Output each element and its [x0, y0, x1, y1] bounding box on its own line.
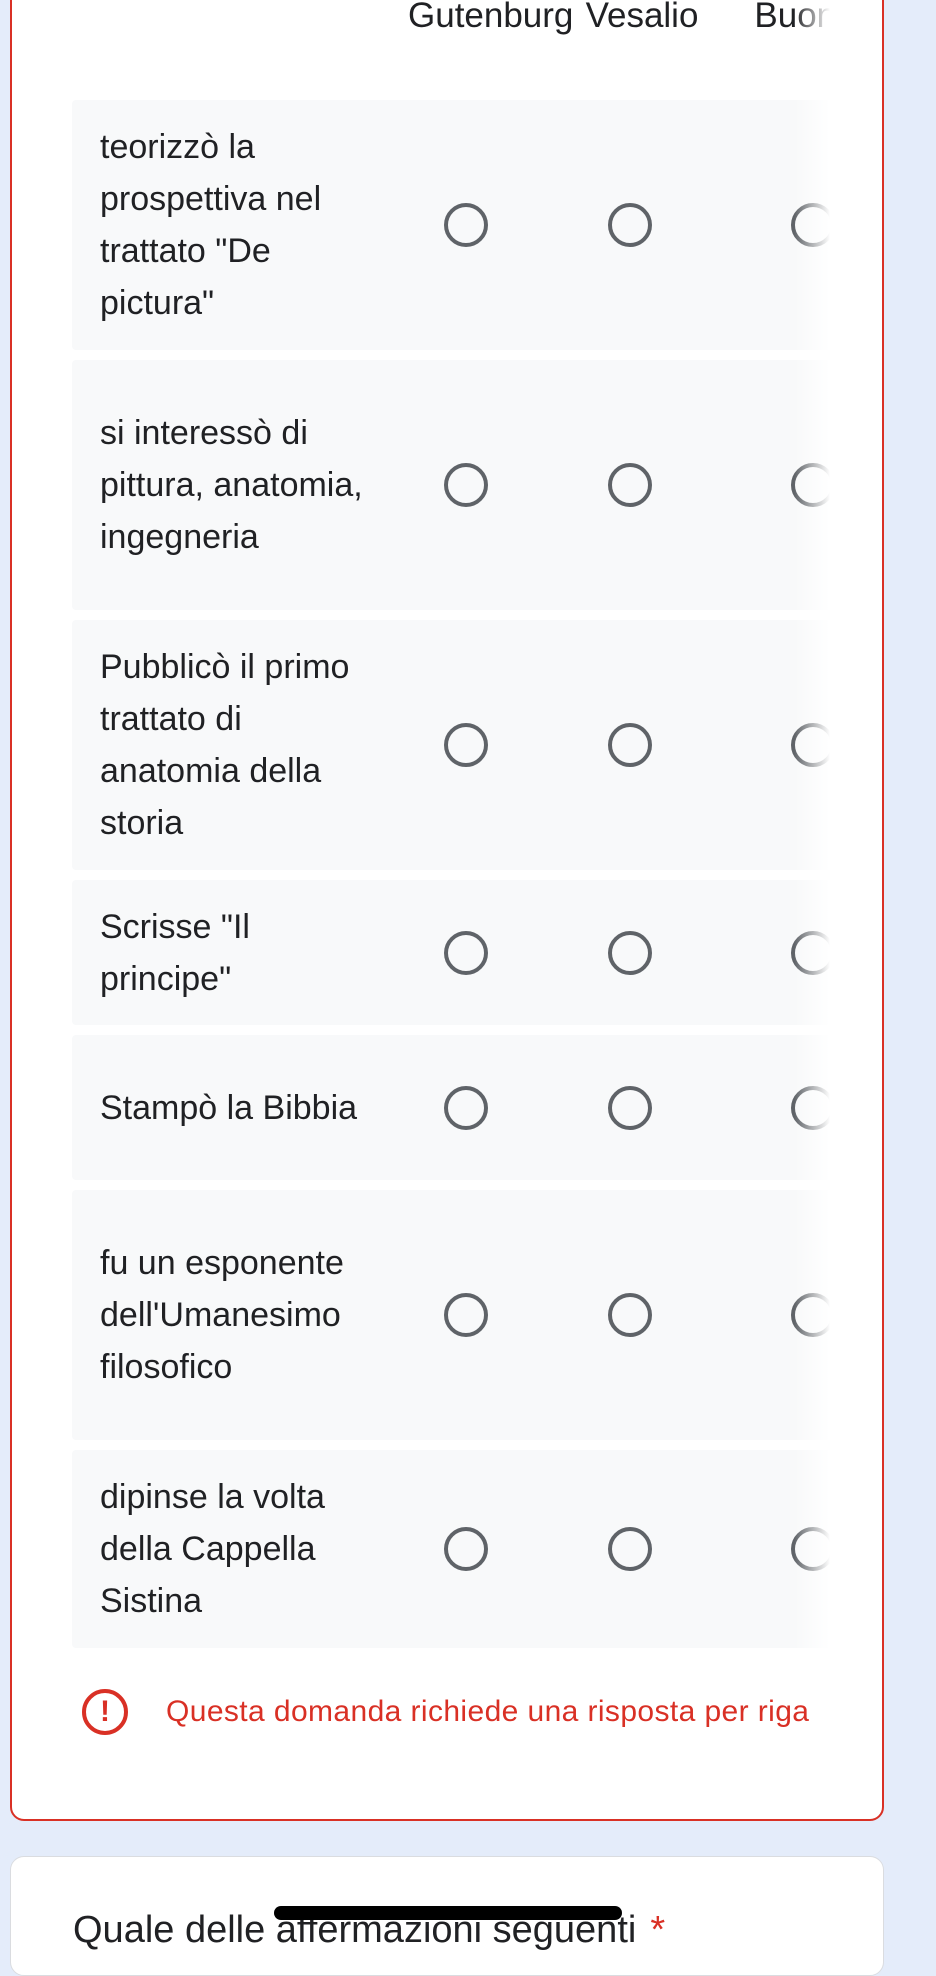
- question-card: Gutenburg Vesalio Buona teorizzò la pros…: [10, 0, 884, 1821]
- row-label: teorizzò la prospettiva nel trattato "De…: [100, 128, 322, 322]
- required-asterisk: *: [650, 1909, 666, 1951]
- radio-option-buona[interactable]: [791, 931, 830, 975]
- radio-option-gutenburg[interactable]: [444, 723, 488, 767]
- radio-option-buona[interactable]: [791, 203, 830, 247]
- radio-option-vesalio[interactable]: [608, 1293, 652, 1337]
- radio-option-gutenburg[interactable]: [444, 1086, 488, 1130]
- exclamation-circle-icon: !: [82, 1689, 128, 1735]
- grid-row: si interessò di pittura, anatomia, ingeg…: [72, 360, 830, 610]
- radio-option-gutenburg[interactable]: [444, 931, 488, 975]
- radio-option-gutenburg[interactable]: [444, 203, 488, 247]
- error-message: Questa domanda richiede una risposta per…: [166, 1695, 810, 1728]
- grid-row: Scrisse "Il principe": [72, 880, 830, 1025]
- row-label: Stampò la Bibbia: [100, 1088, 358, 1127]
- radio-option-vesalio[interactable]: [608, 203, 652, 247]
- radio-option-gutenburg[interactable]: [444, 1527, 488, 1571]
- radio-option-buona[interactable]: [791, 463, 830, 507]
- radio-option-buona[interactable]: [791, 1293, 830, 1337]
- grid-row: Pubblicò il primo trattato di anatomia d…: [72, 620, 830, 870]
- column-header-gutenburg: Gutenburg: [408, 0, 574, 35]
- row-label: si interessò di pittura, anatomia, ingeg…: [100, 414, 363, 556]
- radio-option-gutenburg[interactable]: [444, 463, 488, 507]
- radio-option-buona[interactable]: [791, 1086, 830, 1130]
- radio-option-vesalio[interactable]: [608, 463, 652, 507]
- grid-row: Stampò la Bibbia: [72, 1035, 830, 1180]
- column-header-vesalio: Vesalio: [585, 0, 699, 35]
- grid-row: dipinse la volta della Cappella Sistina: [72, 1450, 830, 1648]
- radio-option-buona[interactable]: [791, 1527, 830, 1571]
- radio-option-vesalio[interactable]: [608, 1086, 652, 1130]
- validation-error: ! Questa domanda richiede una risposta p…: [82, 1687, 809, 1737]
- grid-scroll-area[interactable]: Gutenburg Vesalio Buona teorizzò la pros…: [12, 0, 830, 1657]
- radio-option-buona[interactable]: [791, 723, 830, 767]
- radio-option-vesalio[interactable]: [608, 723, 652, 767]
- grid-row: teorizzò la prospettiva nel trattato "De…: [72, 100, 830, 350]
- row-label: dipinse la volta della Cappella Sistina: [100, 1478, 325, 1620]
- radio-option-gutenburg[interactable]: [444, 1293, 488, 1337]
- column-header-buona: Buona: [754, 0, 830, 35]
- grid-row: fu un esponente dell'Umanesimo filosofic…: [72, 1190, 830, 1440]
- radio-option-vesalio[interactable]: [608, 1527, 652, 1571]
- row-label: fu un esponente dell'Umanesimo filosofic…: [100, 1244, 344, 1386]
- row-label: Pubblicò il primo trattato di anatomia d…: [100, 648, 350, 842]
- row-label: Scrisse "Il principe": [100, 907, 250, 998]
- home-indicator-bar[interactable]: [274, 1906, 622, 1920]
- radio-option-vesalio[interactable]: [608, 931, 652, 975]
